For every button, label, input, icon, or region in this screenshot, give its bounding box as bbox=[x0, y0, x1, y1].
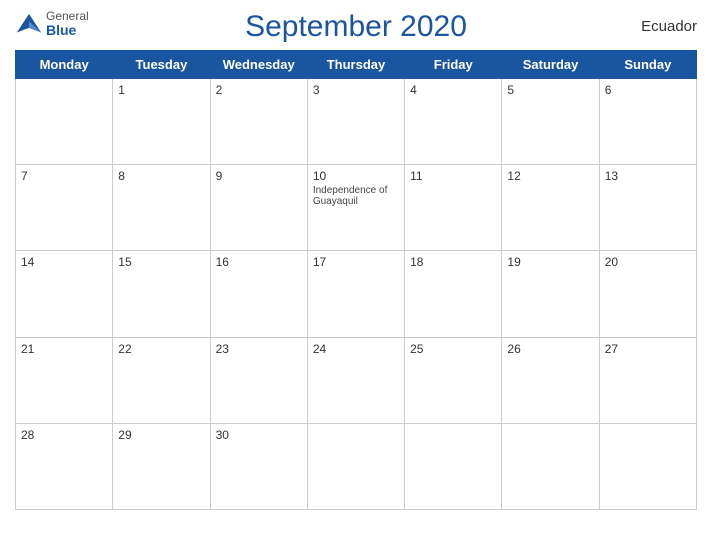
calendar-day-cell: 17 bbox=[307, 251, 404, 337]
calendar-day-cell: 27 bbox=[599, 337, 696, 423]
day-number: 25 bbox=[410, 342, 496, 356]
calendar-day-cell: 2 bbox=[210, 79, 307, 165]
calendar-week-row: 789 10 Independence of Guayaquil 11 12 13 bbox=[16, 165, 697, 251]
day-number: 18 bbox=[410, 255, 496, 269]
calendar-day-cell: 23 bbox=[210, 337, 307, 423]
calendar-day-cell bbox=[307, 423, 404, 509]
day-number: 8 bbox=[118, 169, 204, 183]
calendar-day-cell: 4 bbox=[405, 79, 502, 165]
calendar-container: General Blue September 2020 Ecuador Mond… bbox=[0, 0, 712, 550]
calendar-week-row: 21 22 23 24 25 26 27 bbox=[16, 337, 697, 423]
day-number: 29 bbox=[118, 428, 204, 442]
calendar-day-cell: 3 bbox=[307, 79, 404, 165]
day-number: 17 bbox=[313, 255, 399, 269]
day-number: 28 bbox=[21, 428, 107, 442]
header-tuesday: Tuesday bbox=[113, 51, 210, 79]
calendar-week-row: 14 15 16 17 18 19 20 bbox=[16, 251, 697, 337]
calendar-day-cell: 8 bbox=[113, 165, 210, 251]
day-number: 5 bbox=[507, 83, 593, 97]
day-number: 13 bbox=[605, 169, 691, 183]
day-number: 9 bbox=[216, 169, 302, 183]
day-number: 22 bbox=[118, 342, 204, 356]
calendar-day-cell: 12 bbox=[502, 165, 599, 251]
calendar-day-cell: 5 bbox=[502, 79, 599, 165]
day-number: 4 bbox=[410, 83, 496, 97]
day-number: 23 bbox=[216, 342, 302, 356]
logo-text-area: General Blue bbox=[46, 10, 89, 39]
day-number: 26 bbox=[507, 342, 593, 356]
calendar-day-cell: 20 bbox=[599, 251, 696, 337]
day-number: 19 bbox=[507, 255, 593, 269]
day-number: 12 bbox=[507, 169, 593, 183]
header-monday: Monday bbox=[16, 51, 113, 79]
calendar-table: Monday Tuesday Wednesday Thursday Friday… bbox=[15, 50, 697, 510]
calendar-day-cell: 11 bbox=[405, 165, 502, 251]
calendar-day-cell: 14 bbox=[16, 251, 113, 337]
day-number: 3 bbox=[313, 83, 399, 97]
calendar-day-cell: 25 bbox=[405, 337, 502, 423]
day-number: 2 bbox=[216, 83, 302, 97]
calendar-day-cell bbox=[16, 79, 113, 165]
day-number: 7 bbox=[21, 169, 107, 183]
calendar-day-cell: 10 Independence of Guayaquil bbox=[307, 165, 404, 251]
country-label: Ecuador bbox=[641, 18, 697, 35]
calendar-day-cell bbox=[599, 423, 696, 509]
weekday-header-row: Monday Tuesday Wednesday Thursday Friday… bbox=[16, 51, 697, 79]
calendar-day-cell: 18 bbox=[405, 251, 502, 337]
header-sunday: Sunday bbox=[599, 51, 696, 79]
day-number: 11 bbox=[410, 169, 496, 183]
calendar-week-row: 28 29 30 bbox=[16, 423, 697, 509]
calendar-thead: Monday Tuesday Wednesday Thursday Friday… bbox=[16, 51, 697, 79]
calendar-day-cell: 7 bbox=[16, 165, 113, 251]
calendar-day-cell bbox=[405, 423, 502, 509]
event-text: Independence of Guayaquil bbox=[313, 185, 399, 207]
logo-blue-text: Blue bbox=[46, 23, 89, 38]
day-number: 30 bbox=[216, 428, 302, 442]
day-number: 10 bbox=[313, 169, 399, 183]
calendar-day-cell bbox=[502, 423, 599, 509]
day-number: 16 bbox=[216, 255, 302, 269]
day-number: 21 bbox=[21, 342, 107, 356]
calendar-day-cell: 6 bbox=[599, 79, 696, 165]
header-thursday: Thursday bbox=[307, 51, 404, 79]
day-number: 15 bbox=[118, 255, 204, 269]
calendar-day-cell: 21 bbox=[16, 337, 113, 423]
calendar-day-cell: 9 bbox=[210, 165, 307, 251]
day-number: 24 bbox=[313, 342, 399, 356]
day-number: 6 bbox=[605, 83, 691, 97]
calendar-day-cell: 28 bbox=[16, 423, 113, 509]
logo: General Blue bbox=[15, 10, 89, 40]
day-number: 1 bbox=[118, 83, 204, 97]
calendar-day-cell: 26 bbox=[502, 337, 599, 423]
calendar-day-cell: 1 bbox=[113, 79, 210, 165]
header-friday: Friday bbox=[405, 51, 502, 79]
day-number: 14 bbox=[21, 255, 107, 269]
general-blue-logo-icon bbox=[15, 12, 43, 40]
calendar-day-cell: 24 bbox=[307, 337, 404, 423]
calendar-day-cell: 16 bbox=[210, 251, 307, 337]
day-number: 20 bbox=[605, 255, 691, 269]
calendar-body: 12345678910Independence of Guayaquil1112… bbox=[16, 79, 697, 510]
calendar-day-cell: 29 bbox=[113, 423, 210, 509]
calendar-day-cell: 13 bbox=[599, 165, 696, 251]
calendar-day-cell: 30 bbox=[210, 423, 307, 509]
calendar-title: September 2020 bbox=[245, 10, 467, 44]
calendar-day-cell: 19 bbox=[502, 251, 599, 337]
calendar-header: General Blue September 2020 Ecuador bbox=[15, 10, 697, 44]
calendar-week-row: 123456 bbox=[16, 79, 697, 165]
header-wednesday: Wednesday bbox=[210, 51, 307, 79]
header-saturday: Saturday bbox=[502, 51, 599, 79]
calendar-day-cell: 22 bbox=[113, 337, 210, 423]
day-number: 27 bbox=[605, 342, 691, 356]
calendar-day-cell: 15 bbox=[113, 251, 210, 337]
